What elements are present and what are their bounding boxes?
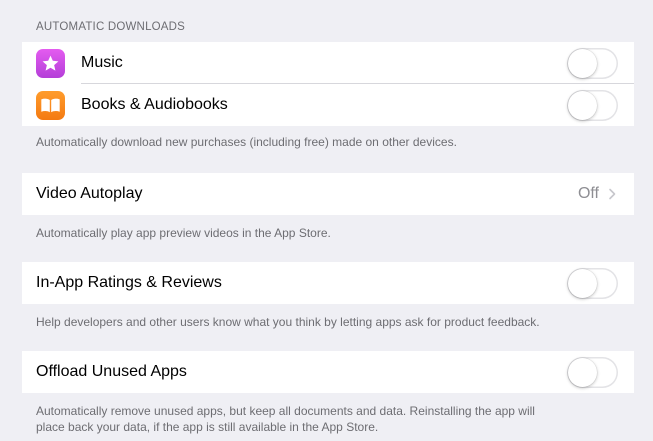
books-audiobooks-row[interactable]: Books & Audiobooks <box>22 84 634 126</box>
video-autoplay-group: Video Autoplay Off <box>22 173 634 215</box>
offload-toggle[interactable] <box>567 357 618 388</box>
video-autoplay-row[interactable]: Video Autoplay Off <box>22 173 634 215</box>
toggle-knob <box>568 91 597 120</box>
section-header-automatic-downloads: AUTOMATIC DOWNLOADS <box>36 21 186 33</box>
offload-label: Offload Unused Apps <box>36 363 187 380</box>
toggle-knob <box>568 49 597 78</box>
chevron-right-icon <box>609 188 616 200</box>
ratings-reviews-row[interactable]: In-App Ratings & Reviews <box>22 262 634 304</box>
video-autoplay-footer: Automatically play app preview videos in… <box>36 226 331 240</box>
offload-row[interactable]: Offload Unused Apps <box>22 351 634 393</box>
offload-footer-line-2: place back your data, if the app is stil… <box>36 420 379 434</box>
toggle-knob <box>568 269 597 298</box>
ratings-reviews-group: In-App Ratings & Reviews <box>22 262 634 304</box>
books-audiobooks-label: Books & Audiobooks <box>81 96 228 113</box>
books-audiobooks-toggle[interactable] <box>567 90 618 121</box>
music-toggle[interactable] <box>567 48 618 79</box>
video-autoplay-value: Off <box>577 185 599 202</box>
automatic-downloads-footer: Automatically download new purchases (in… <box>36 135 457 149</box>
automatic-downloads-group: Music Books & Audiobooks <box>22 42 634 126</box>
ratings-reviews-footer: Help developers and other users know wha… <box>36 315 540 329</box>
open-book-icon <box>36 91 65 120</box>
music-label: Music <box>81 54 123 71</box>
offload-footer-line-1: Automatically remove unused apps, but ke… <box>36 404 535 418</box>
video-autoplay-label: Video Autoplay <box>36 185 143 202</box>
music-star-icon <box>36 49 65 78</box>
music-row[interactable]: Music <box>22 42 634 84</box>
toggle-knob <box>568 358 597 387</box>
ratings-reviews-toggle[interactable] <box>567 268 618 299</box>
offload-group: Offload Unused Apps <box>22 351 634 393</box>
ratings-reviews-label: In-App Ratings & Reviews <box>36 274 222 291</box>
